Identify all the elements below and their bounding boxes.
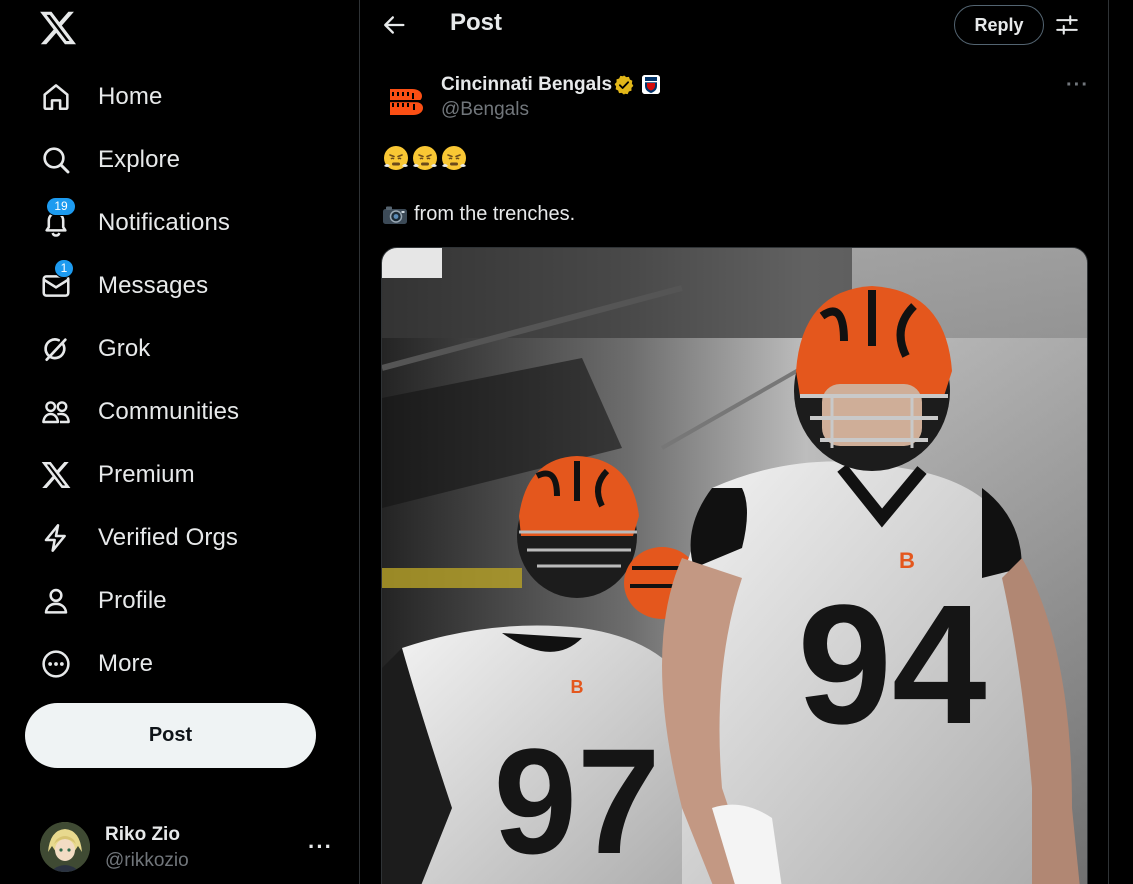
nav-item-messages[interactable]: 1 Messages bbox=[28, 254, 348, 317]
back-arrow-icon[interactable] bbox=[380, 11, 408, 39]
nav-item-grok[interactable]: Grok bbox=[28, 317, 348, 380]
post-emoji-line bbox=[382, 144, 468, 174]
bell-icon: 19 bbox=[40, 196, 76, 239]
notifications-badge: 19 bbox=[46, 196, 76, 216]
post-text: from the trenches. bbox=[382, 203, 575, 226]
grok-icon bbox=[40, 333, 72, 365]
post-caption: from the trenches. bbox=[414, 203, 576, 225]
nav-item-notifications[interactable]: 19 Notifications bbox=[28, 191, 348, 254]
nav-label-notifications: Notifications bbox=[98, 208, 231, 236]
steam-face-emoji-icon bbox=[442, 146, 466, 170]
account-name: Riko Zio bbox=[105, 824, 180, 845]
nav-item-more[interactable]: More bbox=[28, 632, 348, 695]
account-switcher[interactable]: Riko Zio @rikkozio ··· bbox=[40, 822, 340, 874]
filter-settings-icon[interactable] bbox=[1054, 12, 1080, 38]
post-detail-column: Post Reply Cincinnati Bengals @Bengals ·… bbox=[359, 0, 1109, 884]
camera-emoji-icon bbox=[383, 206, 407, 224]
post-photo[interactable]: B 97 B 94 bbox=[381, 247, 1088, 884]
jersey-number-97: 97 bbox=[494, 717, 661, 884]
avatar bbox=[40, 822, 90, 872]
search-icon bbox=[40, 144, 72, 176]
more-circle-icon bbox=[40, 648, 72, 680]
nav-label-messages: Messages bbox=[98, 271, 209, 299]
nav-label-home: Home bbox=[98, 82, 163, 110]
nav-label-profile: Profile bbox=[98, 586, 167, 614]
svg-text:B: B bbox=[571, 677, 584, 697]
account-more-icon[interactable]: ··· bbox=[308, 834, 333, 860]
account-handle: @rikkozio bbox=[105, 850, 189, 871]
messages-badge: 1 bbox=[54, 258, 74, 278]
post-more-icon[interactable]: ··· bbox=[1066, 74, 1089, 97]
communities-icon bbox=[40, 396, 72, 428]
jersey-number-94: 94 bbox=[797, 570, 986, 760]
primary-nav: Home Explore 19 Notifications 1 Messages… bbox=[28, 65, 348, 695]
sidebar: Home Explore 19 Notifications 1 Messages… bbox=[0, 0, 359, 884]
post-author-row: Cincinnati Bengals @Bengals ··· bbox=[382, 72, 1102, 124]
nav-label-grok: Grok bbox=[98, 334, 151, 362]
bengals-players-photo: B 97 B 94 bbox=[382, 248, 1087, 884]
reply-button[interactable]: Reply bbox=[954, 5, 1044, 45]
nav-item-verified-orgs[interactable]: Verified Orgs bbox=[28, 506, 348, 569]
nav-label-explore: Explore bbox=[98, 145, 181, 173]
nav-item-profile[interactable]: Profile bbox=[28, 569, 348, 632]
nav-label-verified-orgs: Verified Orgs bbox=[98, 523, 239, 551]
lightning-icon bbox=[40, 522, 72, 554]
steam-face-emoji-icon bbox=[413, 146, 437, 170]
author-handle[interactable]: @Bengals bbox=[441, 99, 529, 121]
x-logo-icon[interactable] bbox=[38, 8, 78, 48]
verified-badge-icon bbox=[613, 74, 635, 96]
nav-item-premium[interactable]: Premium bbox=[28, 443, 348, 506]
author-name[interactable]: Cincinnati Bengals bbox=[441, 74, 612, 96]
steam-face-emoji-icon bbox=[384, 146, 408, 170]
nav-label-more: More bbox=[98, 649, 154, 677]
nav-label-communities: Communities bbox=[98, 397, 240, 425]
nav-item-explore[interactable]: Explore bbox=[28, 128, 348, 191]
nfl-affiliate-icon[interactable] bbox=[642, 75, 660, 94]
x-icon bbox=[40, 459, 72, 491]
mail-icon: 1 bbox=[40, 258, 74, 302]
page-title: Post bbox=[450, 9, 503, 36]
person-icon bbox=[40, 585, 72, 617]
nav-item-communities[interactable]: Communities bbox=[28, 380, 348, 443]
nav-label-premium: Premium bbox=[98, 460, 195, 488]
home-icon bbox=[40, 81, 72, 113]
post-header-bar: Post Reply bbox=[360, 0, 1108, 52]
compose-post-button[interactable]: Post bbox=[25, 703, 316, 768]
author-avatar[interactable] bbox=[382, 76, 430, 124]
app-root: Home Explore 19 Notifications 1 Messages… bbox=[0, 0, 1133, 884]
nav-item-home[interactable]: Home bbox=[28, 65, 348, 128]
